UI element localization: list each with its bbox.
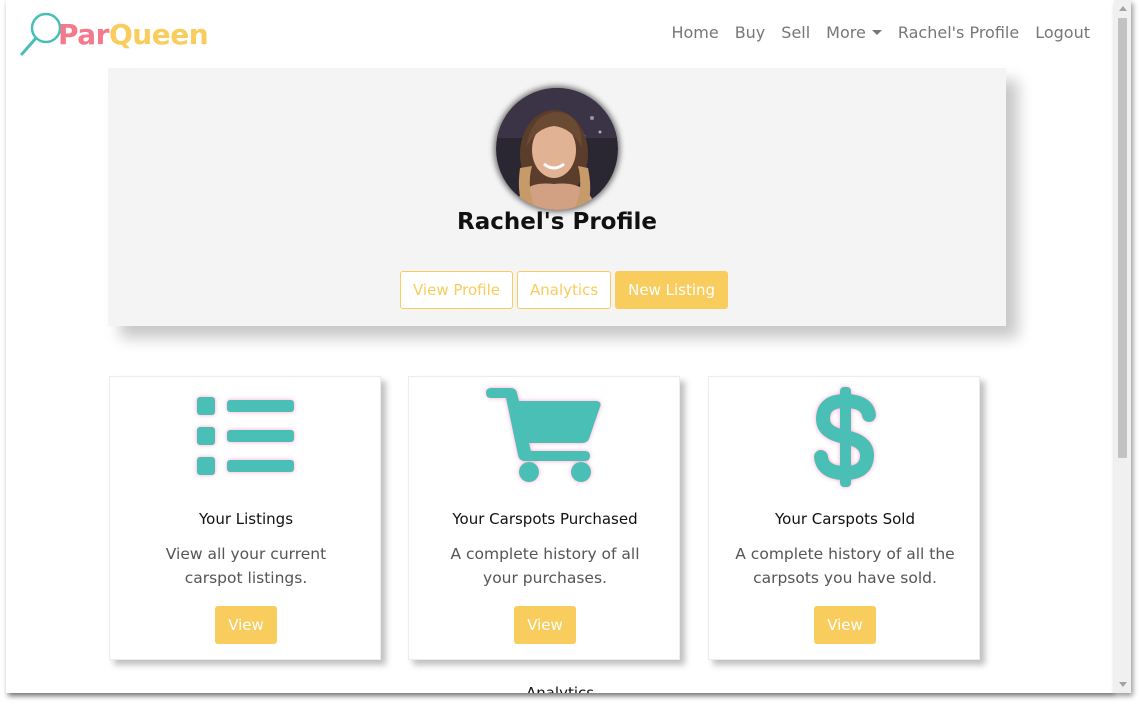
dollar-sign-icon [814, 387, 876, 487]
navbar: ParQueen Home Buy Sell More Rachel's Pro… [6, 0, 1114, 66]
nav-profile-link[interactable]: Rachel's Profile [898, 22, 1019, 44]
analytics-button[interactable]: Analytics [517, 271, 612, 309]
analytics-section-heading: Analytics [525, 684, 595, 693]
nav-sell-link[interactable]: Sell [781, 22, 810, 44]
view-profile-button[interactable]: View Profile [400, 271, 514, 309]
browser-viewport: ParQueen Home Buy Sell More Rachel's Pro… [6, 0, 1114, 693]
view-sold-button[interactable]: View [814, 606, 876, 644]
card-title: Your Listings [198, 510, 294, 528]
purchased-card: Your Carspots Purchased A complete histo… [408, 376, 680, 660]
list-icon [197, 397, 294, 475]
brand-logo[interactable]: ParQueen [18, 10, 209, 58]
brand-name-par: Par [58, 18, 109, 51]
card-title: Your Carspots Sold [775, 510, 915, 528]
view-purchased-button[interactable]: View [514, 606, 576, 644]
nav-logout-link[interactable]: Logout [1035, 22, 1090, 44]
nav-home-link[interactable]: Home [671, 22, 718, 44]
brand-name: ParQueen [58, 18, 209, 52]
nav-buy-link[interactable]: Buy [735, 22, 766, 44]
profile-title: Rachel's Profile [457, 209, 657, 235]
nav-more-label: More [826, 23, 866, 42]
caret-down-icon [871, 30, 882, 35]
view-listings-button[interactable]: View [215, 606, 277, 644]
profile-actions: View Profile Analytics New Listing [400, 271, 729, 309]
card-description: A complete history of all your purchases… [450, 545, 640, 587]
nav-links: Home Buy Sell More Rachel's Profile Logo… [671, 22, 1090, 44]
profile-header: Rachel's Profile View Profile Analytics … [108, 68, 1006, 326]
scroll-thumb[interactable] [1118, 18, 1127, 458]
vertical-scrollbar[interactable] [1114, 0, 1131, 693]
new-listing-button[interactable]: New Listing [615, 271, 729, 309]
avatar-photo [496, 88, 618, 210]
card-title: Your Carspots Purchased [452, 510, 638, 528]
card-description: A complete history of all the carpsots y… [735, 545, 955, 587]
listings-card: Your Listings View all your current cars… [109, 376, 381, 660]
card-description: View all your current carspot listings. [165, 545, 327, 587]
scroll-up-arrow-icon[interactable] [1119, 6, 1127, 11]
profile-avatar [496, 88, 618, 210]
sold-card: Your Carspots Sold A complete history of… [708, 376, 980, 660]
nav-more-dropdown[interactable]: More [826, 22, 882, 44]
shopping-cart-icon [486, 388, 601, 482]
scroll-down-arrow-icon[interactable] [1119, 682, 1127, 687]
brand-name-queen: Queen [108, 18, 209, 51]
